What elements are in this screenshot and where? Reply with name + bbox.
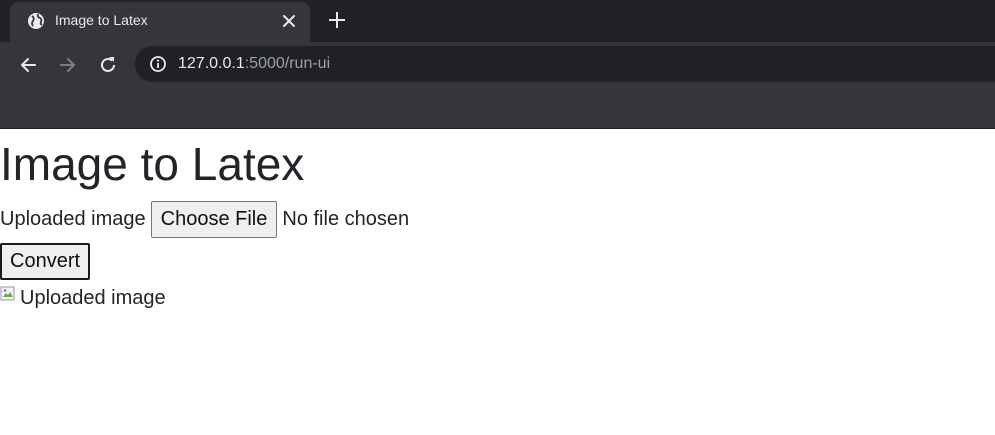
convert-button[interactable]: Convert [0, 243, 91, 280]
close-icon[interactable] [281, 13, 297, 29]
bookmarks-bar [0, 88, 995, 128]
tab-title: Image to Latex [55, 12, 148, 28]
upload-label: Uploaded image [0, 207, 146, 230]
plus-icon[interactable] [326, 9, 348, 31]
uploaded-image-alt: Uploaded image [20, 286, 166, 309]
url-host: 127.0.0.1 [178, 55, 245, 72]
url-text: 127.0.0.1:5000/run-ui [178, 55, 330, 73]
browser-chrome: Image to Latex 127.0.0.1:5000/run-ui [0, 0, 995, 129]
file-status: No file chosen [282, 207, 410, 230]
address-bar[interactable]: 127.0.0.1:5000/run-ui [135, 46, 995, 82]
url-path: :5000/run-ui [244, 55, 331, 72]
forward-arrow-icon[interactable] [57, 54, 79, 76]
page-title: Image to Latex [0, 138, 305, 190]
browser-toolbar: 127.0.0.1:5000/run-ui [0, 42, 995, 88]
uploaded-image: Uploaded image [0, 283, 166, 313]
upload-row: Uploaded image Choose File No file chose… [0, 200, 409, 238]
tab-strip: Image to Latex [0, 0, 995, 42]
broken-image-icon [0, 286, 15, 301]
page-content: Image to Latex Uploaded image Choose Fil… [0, 129, 995, 435]
reload-icon[interactable] [97, 54, 119, 76]
choose-file-button[interactable]: Choose File [150, 200, 278, 238]
tab-image-to-latex[interactable]: Image to Latex [10, 2, 310, 42]
globe-icon [28, 13, 44, 29]
info-icon[interactable] [149, 55, 167, 73]
back-arrow-icon[interactable] [17, 54, 39, 76]
